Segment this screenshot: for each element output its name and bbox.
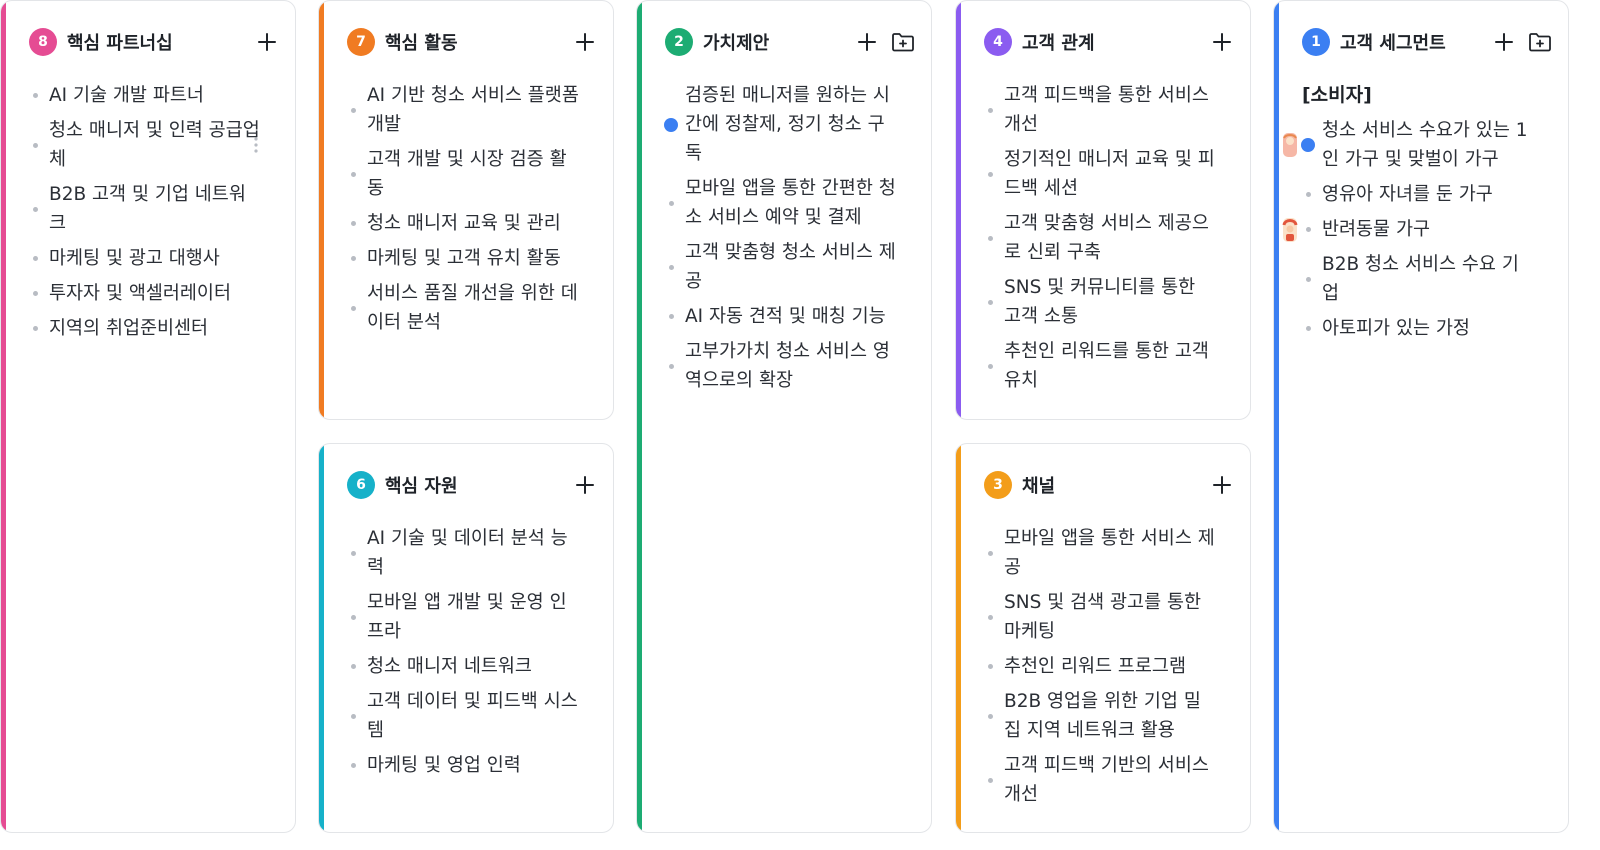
card-header: 3 채널 [984,470,1236,500]
avatar-icon [1282,217,1298,242]
list-item[interactable]: SNS 및 검색 광고를 통한 마케팅 [984,588,1216,646]
list-item[interactable]: 모바일 앱을 통한 간편한 청소 서비스 예약 및 결제 [665,174,897,232]
list-item[interactable]: 서비스 품질 개선을 위한 데이터 분석 [347,279,579,337]
list-item[interactable]: B2B 청소 서비스 수요 기업 [1302,250,1534,308]
card-channels: 3 채널 모바일 앱을 통한 서비스 제공 SNS 및 검색 광고를 통한 마케… [955,443,1251,833]
list-item[interactable]: 고객 피드백 기반의 서비스 개선 [984,751,1216,809]
item-list: AI 기술 및 데이터 분석 능력 모바일 앱 개발 및 운영 인프라 청소 매… [347,524,579,786]
item-list: [소비자] 청소 서비스 수요가 있는 1인 가구 및 맞벌이 가구 영유아 자… [1282,81,1534,349]
list-item[interactable]: 청소 매니저 네트워크 [347,652,579,681]
card-value-propositions: 2 가치제안 검증된 매니저를 원하는 시간에 정찰제, 정기 청소 구독 모바… [636,0,932,833]
list-item[interactable]: 마케팅 및 광고 대행사 [29,244,261,273]
list-item[interactable]: B2B 고객 및 기업 네트워크 [29,180,261,238]
list-item[interactable]: 고객 개발 및 시장 검증 활동 [347,145,579,203]
card-header: 8 핵심 파트너십 [29,27,281,57]
list-item[interactable]: AI 기반 청소 서비스 플랫폼 개발 [347,81,579,139]
list-item[interactable]: SNS 및 커뮤니티를 통한 고객 소통 [984,273,1216,331]
card-title: 고객 관계 [1022,33,1095,54]
list-item[interactable]: 고객 맞춤형 서비스 제공으로 신뢰 구축 [984,209,1216,267]
plus-icon [576,33,594,51]
card-customer-segments: 1 고객 세그먼트 [소비자] 청소 서비스 수요가 있는 1인 가구 및 맞벌… [1273,0,1569,833]
card-title: 채널 [1022,476,1056,497]
drag-handle-icon[interactable] [253,136,259,154]
plus-icon [858,33,876,51]
list-item[interactable]: 청소 매니저 교육 및 관리 [347,209,579,238]
card-header: 1 고객 세그먼트 [1302,27,1554,57]
list-item[interactable]: 검증된 매니저를 원하는 시간에 정찰제, 정기 청소 구독 [664,81,897,168]
card-header: 2 가치제안 [665,27,917,57]
list-item[interactable]: AI 자동 견적 및 매칭 기능 [665,302,897,331]
plus-icon [1213,33,1231,51]
card-key-activities: 7 핵심 활동 AI 기반 청소 서비스 플랫폼 개발 고객 개발 및 시장 검… [318,0,614,420]
card-header: 7 핵심 활동 [347,27,599,57]
card-number-badge: 2 [665,28,693,56]
list-item[interactable]: 고객 맞춤형 청소 서비스 제공 [665,238,897,296]
folder-plus-icon [1529,33,1551,52]
list-item[interactable]: 지역의 취업준비센터 [29,314,261,343]
list-item[interactable]: 반려동물 가구 [1282,215,1534,244]
card-title: 핵심 파트너십 [67,33,173,54]
card-title: 핵심 자원 [385,476,458,497]
list-item[interactable]: 추천인 리워드를 통한 고객 유치 [984,337,1216,395]
list-item[interactable]: 청소 서비스 수요가 있는 1인 가구 및 맞벌이 가구 [1283,116,1534,174]
add-item-button[interactable] [1208,28,1236,56]
card-number-badge: 6 [347,471,375,499]
item-list: 고객 피드백을 통한 서비스 개선 정기적인 매니저 교육 및 피드백 세션 고… [984,81,1216,401]
card-customer-relationships: 4 고객 관계 고객 피드백을 통한 서비스 개선 정기적인 매니저 교육 및 … [955,0,1251,420]
card-number-badge: 3 [984,471,1012,499]
add-item-button[interactable] [571,471,599,499]
list-item[interactable]: 영유아 자녀를 둔 가구 [1302,180,1534,209]
section-label: [소비자] [1302,84,1372,106]
status-dot [1301,138,1315,152]
list-item[interactable]: AI 기술 개발 파트너 [29,81,261,110]
list-item[interactable]: 마케팅 및 고객 유치 활동 [347,244,579,273]
card-header: 6 핵심 자원 [347,470,599,500]
card-key-partners: 8 핵심 파트너십 AI 기술 개발 파트너 청소 매니저 및 인력 공급업체 … [0,0,296,833]
list-item[interactable]: B2B 영업을 위한 기업 밀집 지역 네트워크 활용 [984,687,1216,745]
list-item[interactable]: 추천인 리워드 프로그램 [984,652,1216,681]
list-item[interactable]: 모바일 앱을 통한 서비스 제공 [984,524,1216,582]
list-item[interactable]: 마케팅 및 영업 인력 [347,751,579,780]
item-list: 모바일 앱을 통한 서비스 제공 SNS 및 검색 광고를 통한 마케팅 추천인… [984,524,1216,815]
plus-icon [1213,476,1231,494]
card-number-badge: 4 [984,28,1012,56]
add-folder-button[interactable] [889,28,917,56]
plus-icon [1495,33,1513,51]
plus-icon [576,476,594,494]
list-item[interactable]: 청소 매니저 및 인력 공급업체 [29,116,261,174]
card-number-badge: 8 [29,28,57,56]
add-folder-button[interactable] [1526,28,1554,56]
card-number-badge: 1 [1302,28,1330,56]
card-key-resources: 6 핵심 자원 AI 기술 및 데이터 분석 능력 모바일 앱 개발 및 운영 … [318,443,614,833]
list-item[interactable]: 투자자 및 액셀러레이터 [29,279,261,308]
list-item[interactable]: 모바일 앱 개발 및 운영 인프라 [347,588,579,646]
add-item-button[interactable] [853,28,881,56]
avatar-icon [1283,133,1297,157]
card-header: 4 고객 관계 [984,27,1236,57]
status-dot [664,117,678,132]
add-item-button[interactable] [1208,471,1236,499]
card-number-badge: 7 [347,28,375,56]
item-list: 검증된 매니저를 원하는 시간에 정찰제, 정기 청소 구독 모바일 앱을 통한… [664,81,897,401]
card-title: 핵심 활동 [385,33,458,54]
list-item[interactable]: 고객 데이터 및 피드백 시스템 [347,687,579,745]
list-item[interactable]: 아토피가 있는 가정 [1302,314,1534,343]
list-item[interactable]: 고부가가치 청소 서비스 영역으로의 확장 [665,337,897,395]
add-item-button[interactable] [1490,28,1518,56]
item-list: AI 기반 청소 서비스 플랫폼 개발 고객 개발 및 시장 검증 활동 청소 … [347,81,579,343]
card-title: 고객 세그먼트 [1340,33,1446,54]
card-title: 가치제안 [703,33,770,54]
plus-icon [258,33,276,51]
list-item[interactable]: 정기적인 매니저 교육 및 피드백 세션 [984,145,1216,203]
list-item[interactable]: 고객 피드백을 통한 서비스 개선 [984,81,1216,139]
item-list: AI 기술 개발 파트너 청소 매니저 및 인력 공급업체 B2B 고객 및 기… [29,81,261,349]
list-item[interactable]: AI 기술 및 데이터 분석 능력 [347,524,579,582]
add-item-button[interactable] [253,28,281,56]
add-item-button[interactable] [571,28,599,56]
folder-plus-icon [892,33,914,52]
